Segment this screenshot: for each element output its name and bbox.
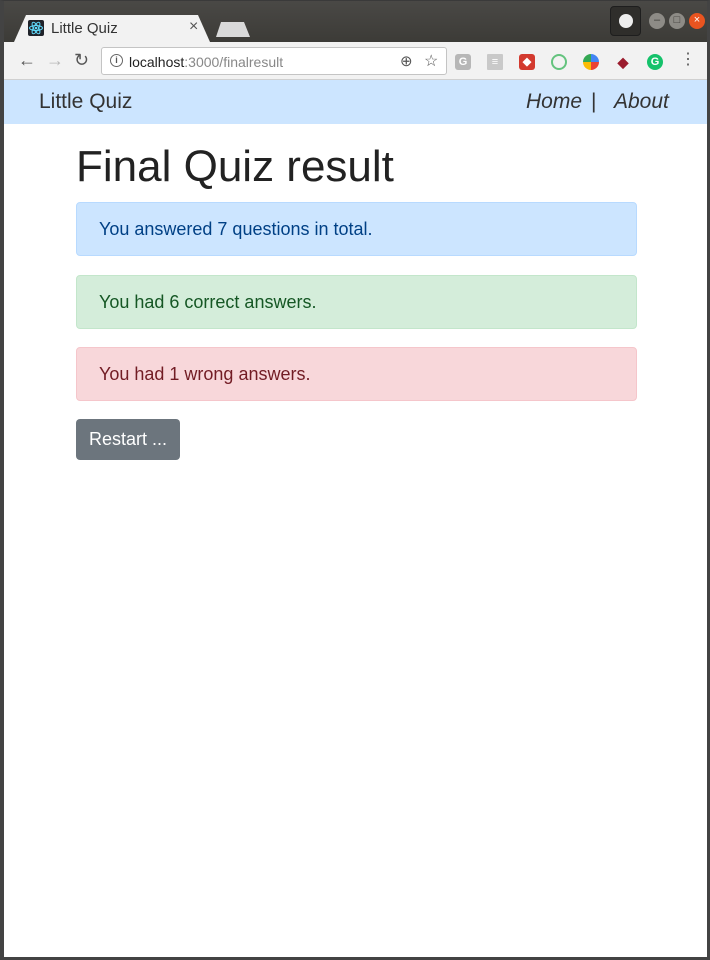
minimize-icon[interactable]: – — [649, 13, 665, 29]
total-questions-alert: You answered 7 questions in total. — [76, 202, 637, 256]
correct-answers-alert: You had 6 correct answers. — [76, 275, 637, 329]
app-navbar: Little Quiz Home | About — [4, 80, 707, 124]
info-icon[interactable]: i — [110, 54, 123, 67]
window-close-icon[interactable]: × — [689, 13, 705, 29]
bookmark-star-icon[interactable]: ☆ — [424, 51, 438, 71]
grammarly-icon[interactable]: G — [647, 54, 663, 70]
extension-red-icon[interactable]: ◆ — [519, 54, 535, 70]
wrong-answers-alert: You had 1 wrong answers. — [76, 347, 637, 401]
reload-icon[interactable]: ↻ — [74, 51, 89, 69]
browser-menu-icon[interactable]: ⋮ — [680, 51, 696, 69]
extension-g-icon[interactable]: G — [455, 54, 471, 70]
tab-strip: Little Quiz × – □ × — [0, 0, 710, 42]
browser-tab[interactable]: Little Quiz × — [14, 15, 210, 42]
navbar-brand[interactable]: Little Quiz — [39, 90, 132, 114]
extension-diamond-icon[interactable]: ◆ — [615, 54, 631, 70]
new-tab-button[interactable] — [216, 22, 250, 37]
forward-arrow-icon[interactable]: → — [46, 51, 64, 69]
address-bar[interactable]: i localhost:3000/finalresult ⊕ ☆ — [101, 47, 447, 75]
tab-title: Little Quiz — [51, 20, 118, 37]
restart-button[interactable]: Restart ... — [76, 419, 180, 460]
extension-green-circle-icon[interactable] — [551, 54, 567, 70]
extension-reader-icon[interactable]: ≡ — [487, 54, 503, 70]
browser-toolbar: ← → ↻ i localhost:3000/finalresult ⊕ ☆ G… — [0, 42, 710, 80]
nav-separator: | — [591, 90, 597, 113]
zoom-icon[interactable]: ⊕ — [400, 52, 413, 70]
url-path: :3000/finalresult — [184, 54, 284, 70]
nav-link-about[interactable]: About — [614, 90, 669, 114]
extension-google-icon[interactable] — [583, 54, 599, 70]
react-logo-icon — [28, 20, 44, 36]
page-title: Final Quiz result — [76, 142, 394, 191]
profile-icon — [619, 14, 633, 28]
url-host: localhost — [129, 54, 185, 70]
url-text[interactable]: localhost:3000/finalresult — [129, 54, 283, 70]
profile-button[interactable] — [610, 6, 641, 36]
maximize-icon[interactable]: □ — [669, 13, 685, 29]
back-arrow-icon[interactable]: ← — [18, 51, 36, 69]
tab-close-icon[interactable]: × — [189, 18, 198, 36]
nav-link-home[interactable]: Home — [526, 90, 582, 114]
